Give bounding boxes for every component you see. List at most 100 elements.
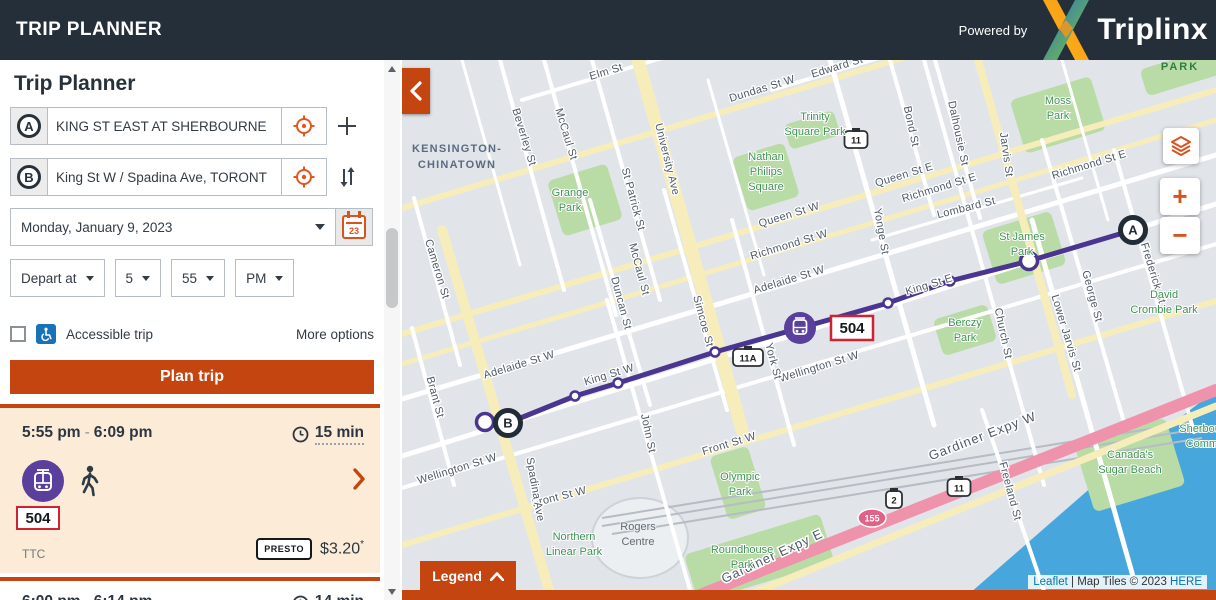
- open-trip-chevron[interactable]: [352, 468, 366, 495]
- leaflet-link[interactable]: Leaflet: [1033, 576, 1068, 588]
- legend-panel-edge: [402, 590, 1216, 600]
- map-label: Square Park: [784, 126, 846, 138]
- hour-value: 5: [126, 271, 134, 286]
- add-waypoint-button[interactable]: [327, 107, 367, 145]
- date-value: Monday, January 9, 2023: [11, 220, 315, 235]
- hour-select[interactable]: 5: [115, 259, 162, 297]
- map-label: Rogers: [620, 521, 656, 533]
- map-tiles: 1111A112155504ABElm StEdward StDundas St…: [402, 60, 1216, 600]
- scroll-down-button[interactable]: [384, 583, 400, 600]
- map-label: Grange: [552, 187, 589, 199]
- highway-shield-label: 2: [891, 496, 896, 507]
- walk-icon: [76, 465, 102, 504]
- map-label: Park: [954, 332, 977, 344]
- map-label: Roundhouse: [711, 544, 773, 556]
- map-label: Canada's: [1107, 449, 1154, 461]
- highway-shield-label: 11A: [740, 354, 757, 365]
- sidebar-heading: Trip Planner: [14, 72, 135, 96]
- map-label: Philips: [750, 166, 783, 178]
- destination-input[interactable]: [48, 159, 281, 195]
- trip-result-card[interactable]: 5:55 pm-6:09 pm 15 min: [0, 404, 380, 573]
- highway-shield-crown: [852, 128, 860, 132]
- destination-locate-button[interactable]: [281, 159, 326, 195]
- chevron-up-icon: [490, 572, 504, 581]
- map-label: Park: [559, 202, 582, 214]
- zoom-in-button[interactable]: +: [1160, 178, 1200, 215]
- streetcar-icon: [802, 330, 805, 333]
- origin-a-icon: A: [17, 114, 41, 138]
- destination-b-icon: B: [17, 165, 41, 189]
- chevron-down-icon: [315, 224, 325, 230]
- highway-shield-crown: [955, 476, 963, 480]
- map-label: Park: [1047, 110, 1070, 122]
- accessible-checkbox[interactable]: [10, 326, 26, 342]
- calendar-button[interactable]: 23: [335, 209, 372, 245]
- map-label: St James: [999, 231, 1045, 243]
- map-label: PARK: [1161, 61, 1199, 73]
- scroll-up-button[interactable]: [384, 60, 400, 77]
- map-label: CHINATOWN: [418, 159, 496, 171]
- swap-arrows-icon: [337, 166, 357, 188]
- collapse-sidebar-button[interactable]: [402, 68, 430, 114]
- map-label: Moss: [1045, 95, 1072, 107]
- app-header: TRIP PLANNER Powered by Triplinx: [0, 0, 1216, 60]
- scrollbar-thumb[interactable]: [386, 228, 398, 308]
- trip-duration: 15 min: [292, 424, 364, 445]
- map-label: Sherbourne: [1179, 423, 1216, 435]
- zoom-out-button[interactable]: −: [1160, 217, 1200, 254]
- map-label: Trinity: [800, 111, 830, 123]
- presto-badge: PRESTO: [256, 538, 312, 560]
- clock-icon: [292, 426, 309, 443]
- here-link[interactable]: HERE: [1170, 576, 1202, 588]
- route-stop-marker: [711, 348, 720, 357]
- meridiem-value: PM: [246, 271, 266, 286]
- brand-name: Triplinx: [1097, 13, 1208, 47]
- clock-icon: [292, 595, 309, 600]
- map-label: Nathan: [748, 151, 783, 163]
- minute-select[interactable]: 55: [171, 259, 225, 297]
- origin-input[interactable]: [48, 108, 281, 144]
- trip-duration: 14 min: [292, 593, 364, 600]
- legend-button[interactable]: Legend: [420, 561, 516, 591]
- map-label: Centre: [621, 536, 654, 548]
- plus-icon: [335, 114, 359, 138]
- date-select[interactable]: Monday, January 9, 2023 23: [10, 208, 373, 246]
- trip-times: 5:55 pm-6:09 pm: [22, 424, 152, 442]
- meridiem-select[interactable]: PM: [235, 259, 294, 297]
- destination-field-group: B: [10, 158, 327, 196]
- plan-trip-button[interactable]: Plan trip: [10, 360, 374, 394]
- trip-planner-app: TRIP PLANNER Powered by Triplinx Tr: [0, 0, 1216, 600]
- sidebar-scrollbar[interactable]: [384, 60, 400, 600]
- map-label: Crombie Park: [1130, 304, 1198, 316]
- map-marker-b-label[interactable]: B: [503, 416, 512, 431]
- route-endpoint-marker: [477, 414, 494, 431]
- chevron-down-icon: [142, 276, 150, 281]
- legend-label: Legend: [432, 568, 482, 584]
- depart-mode-select[interactable]: Depart at: [10, 259, 105, 297]
- origin-row: A: [10, 107, 367, 145]
- accessible-label: Accessible trip: [66, 327, 153, 342]
- map-label: Sugar Beach: [1098, 464, 1162, 476]
- wheelchair-icon: [36, 324, 56, 344]
- trip-result-card[interactable]: 6:00 pm-6:14 pm 14 min: [0, 577, 380, 600]
- chevron-down-icon: [206, 276, 214, 281]
- swap-od-button[interactable]: [327, 158, 367, 196]
- map-attribution: Leaflet | Map Tiles © 2023 HERE: [1028, 575, 1207, 589]
- route-stop-marker: [884, 299, 893, 308]
- app-title: TRIP PLANNER: [16, 19, 162, 41]
- streetcar-mode-icon: [22, 460, 64, 502]
- origin-locate-button[interactable]: [281, 108, 326, 144]
- map-route-badge-label[interactable]: 504: [839, 320, 865, 337]
- powered-by-label: Powered by: [959, 23, 1028, 38]
- route-number-badge: 504: [16, 506, 60, 530]
- map-label: Linear Park: [546, 546, 603, 558]
- agency-label: TTC: [22, 547, 45, 561]
- map-canvas[interactable]: 1111A112155504ABElm StEdward StDundas St…: [402, 60, 1216, 600]
- map-marker-a-label[interactable]: A: [1128, 223, 1138, 238]
- map-layers-button[interactable]: [1163, 128, 1199, 164]
- more-options-link[interactable]: More options: [296, 327, 374, 342]
- highway-shield-label: 155: [864, 514, 879, 524]
- map-label: Northern: [553, 531, 596, 543]
- highway-shield-crown: [744, 346, 752, 350]
- map-label: Berczy: [948, 317, 982, 329]
